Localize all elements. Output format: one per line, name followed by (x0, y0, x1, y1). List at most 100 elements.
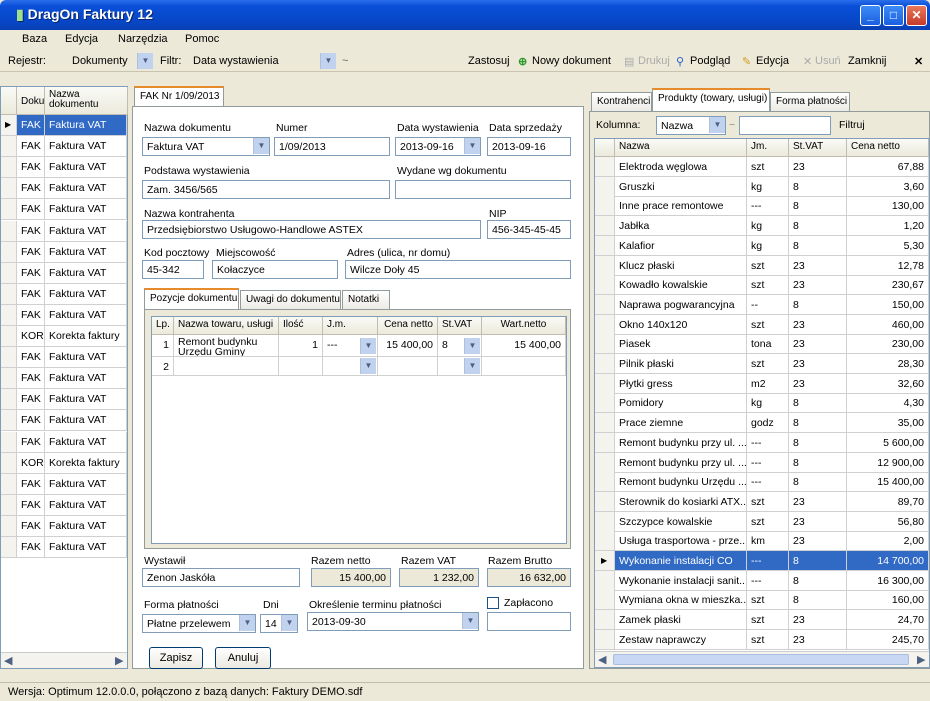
product-name-cell[interactable]: Remont budynku Urzędu ... (615, 472, 747, 493)
product-vat-cell[interactable]: 8 (789, 196, 847, 217)
product-unit-cell[interactable]: kg (747, 176, 789, 197)
row-indicator[interactable] (1, 431, 17, 453)
doc-name-cell[interactable]: Faktura VAT (45, 347, 127, 369)
product-unit-cell[interactable]: --- (747, 551, 789, 571)
row-indicator[interactable] (1, 304, 17, 326)
nip-field[interactable]: 456-345-45-45 (487, 220, 571, 239)
product-name-cell[interactable]: Wykonanie instalacji CO (615, 551, 747, 571)
product-name-cell[interactable]: Jabłka (615, 216, 747, 237)
row-indicator[interactable] (595, 511, 615, 532)
print-button[interactable]: Drukuj (638, 55, 670, 67)
row-indicator[interactable] (595, 196, 615, 217)
row-indicator[interactable] (1, 178, 17, 200)
product-vat-cell[interactable]: 8 (789, 235, 847, 256)
doc-type-cell[interactable]: FAK (17, 389, 45, 411)
doc-name-cell[interactable]: Faktura VAT (45, 389, 127, 411)
apply-button[interactable]: Zastosuj (468, 55, 510, 67)
close-button[interactable]: Zamknij (848, 55, 887, 67)
row-indicator[interactable] (595, 610, 615, 631)
filter-dropdown-icon[interactable]: ▼ (320, 53, 336, 69)
scroll-left-icon[interactable]: ◀ (598, 653, 606, 666)
days-dropdown-icon[interactable]: ▼ (281, 615, 297, 631)
minimize-button[interactable]: _ (860, 5, 881, 26)
col-product-price[interactable]: Cena netto (847, 139, 929, 157)
address-field[interactable]: Wilcze Doły 45 (345, 260, 571, 279)
product-unit-cell[interactable]: szt (747, 590, 789, 611)
product-unit-cell[interactable]: tona (747, 334, 789, 355)
product-vat-cell[interactable]: 23 (789, 334, 847, 355)
row-indicator[interactable] (595, 314, 615, 335)
product-vat-cell[interactable]: 23 (789, 314, 847, 335)
scroll-right-icon[interactable]: ▶ (115, 654, 123, 667)
product-name-cell[interactable]: Inne prace remontowe (615, 196, 747, 217)
doc-type-cell[interactable]: FAK (17, 241, 45, 263)
product-vat-cell[interactable]: 8 (789, 590, 847, 611)
row-indicator[interactable] (595, 255, 615, 276)
payment-term-field[interactable]: 2013-09-30 (307, 612, 479, 631)
doc-type-cell[interactable]: FAK (17, 368, 45, 390)
doc-name-cell[interactable]: Faktura VAT (45, 136, 127, 158)
product-name-cell[interactable]: Piasek (615, 334, 747, 355)
row-indicator[interactable] (1, 410, 17, 432)
product-unit-cell[interactable]: szt (747, 157, 789, 177)
item-unit-dropdown-icon[interactable]: ▼ (360, 338, 376, 354)
product-price-cell[interactable]: 16 300,00 (847, 570, 929, 591)
issuer-field[interactable]: Zenon Jaskóła (142, 568, 300, 587)
product-name-cell[interactable]: Remont budynku przy ul. ... (615, 432, 747, 453)
edit-button[interactable]: Edycja (756, 55, 789, 67)
row-indicator[interactable] (595, 531, 615, 552)
item-vat-dropdown-icon[interactable]: ▼ (464, 338, 480, 354)
product-vat-cell[interactable]: 8 (789, 570, 847, 591)
registry-dropdown-icon[interactable]: ▼ (137, 53, 153, 69)
doc-name-cell[interactable]: Faktura VAT (45, 431, 127, 453)
doc-name-cell[interactable]: Faktura VAT (45, 178, 127, 200)
product-unit-cell[interactable]: -- (747, 294, 789, 315)
row-indicator[interactable] (1, 347, 17, 369)
scroll-right-icon[interactable]: ▶ (917, 653, 925, 666)
doc-type-cell[interactable]: FAK (17, 178, 45, 200)
product-name-cell[interactable]: Zestaw naprawczy (615, 629, 747, 650)
product-name-cell[interactable]: Okno 140x120 (615, 314, 747, 335)
product-name-cell[interactable]: Kalafior (615, 235, 747, 256)
product-vat-cell[interactable]: 23 (789, 531, 847, 552)
row-indicator[interactable] (595, 570, 615, 591)
doc-name-cell[interactable]: Faktura VAT (45, 283, 127, 305)
doc-type-cell[interactable]: FAK (17, 537, 45, 558)
row-indicator[interactable] (1, 326, 17, 347)
product-vat-cell[interactable]: 8 (789, 176, 847, 197)
product-unit-cell[interactable]: --- (747, 196, 789, 217)
doc-name-cell[interactable]: Korekta faktury (45, 326, 127, 347)
product-vat-cell[interactable]: 8 (789, 216, 847, 237)
product-price-cell[interactable]: 12 900,00 (847, 452, 929, 473)
product-price-cell[interactable]: 230,00 (847, 334, 929, 355)
row-indicator[interactable] (1, 473, 17, 495)
sale-date-field[interactable]: 2013-09-16 (487, 137, 571, 156)
doc-type-cell[interactable]: FAK (17, 157, 45, 179)
filter-button[interactable]: Filtruj (839, 119, 865, 131)
product-vat-cell[interactable]: 23 (789, 354, 847, 374)
product-vat-cell[interactable]: 23 (789, 157, 847, 177)
product-unit-cell[interactable]: km (747, 531, 789, 552)
row-indicator[interactable] (595, 235, 615, 256)
row-indicator[interactable] (1, 157, 17, 179)
doc-name-cell[interactable]: Faktura VAT (45, 473, 127, 495)
product-vat-cell[interactable]: 23 (789, 373, 847, 394)
scroll-left-icon[interactable]: ◀ (4, 654, 12, 667)
horizontal-scrollbar[interactable]: ◀ ▶ (595, 651, 929, 667)
row-indicator[interactable]: ▶ (1, 115, 17, 136)
filter-combo[interactable]: Data wystawienia (193, 55, 279, 67)
payment-term-dropdown-icon[interactable]: ▼ (462, 613, 478, 629)
product-price-cell[interactable]: 15 400,00 (847, 472, 929, 493)
col-product-name[interactable]: Nazwa (615, 139, 747, 157)
row-indicator[interactable] (595, 432, 615, 453)
product-unit-cell[interactable]: --- (747, 472, 789, 493)
product-name-cell[interactable]: Remont budynku przy ul. ... (615, 452, 747, 473)
product-unit-cell[interactable]: kg (747, 216, 789, 237)
product-unit-cell[interactable]: szt (747, 610, 789, 631)
product-vat-cell[interactable]: 8 (789, 472, 847, 493)
item-unit-dropdown-icon[interactable]: ▼ (360, 358, 376, 374)
product-price-cell[interactable]: 5 600,00 (847, 432, 929, 453)
product-price-cell[interactable]: 89,70 (847, 491, 929, 512)
doc-name-cell[interactable]: Korekta faktury (45, 452, 127, 474)
product-price-cell[interactable]: 245,70 (847, 629, 929, 650)
